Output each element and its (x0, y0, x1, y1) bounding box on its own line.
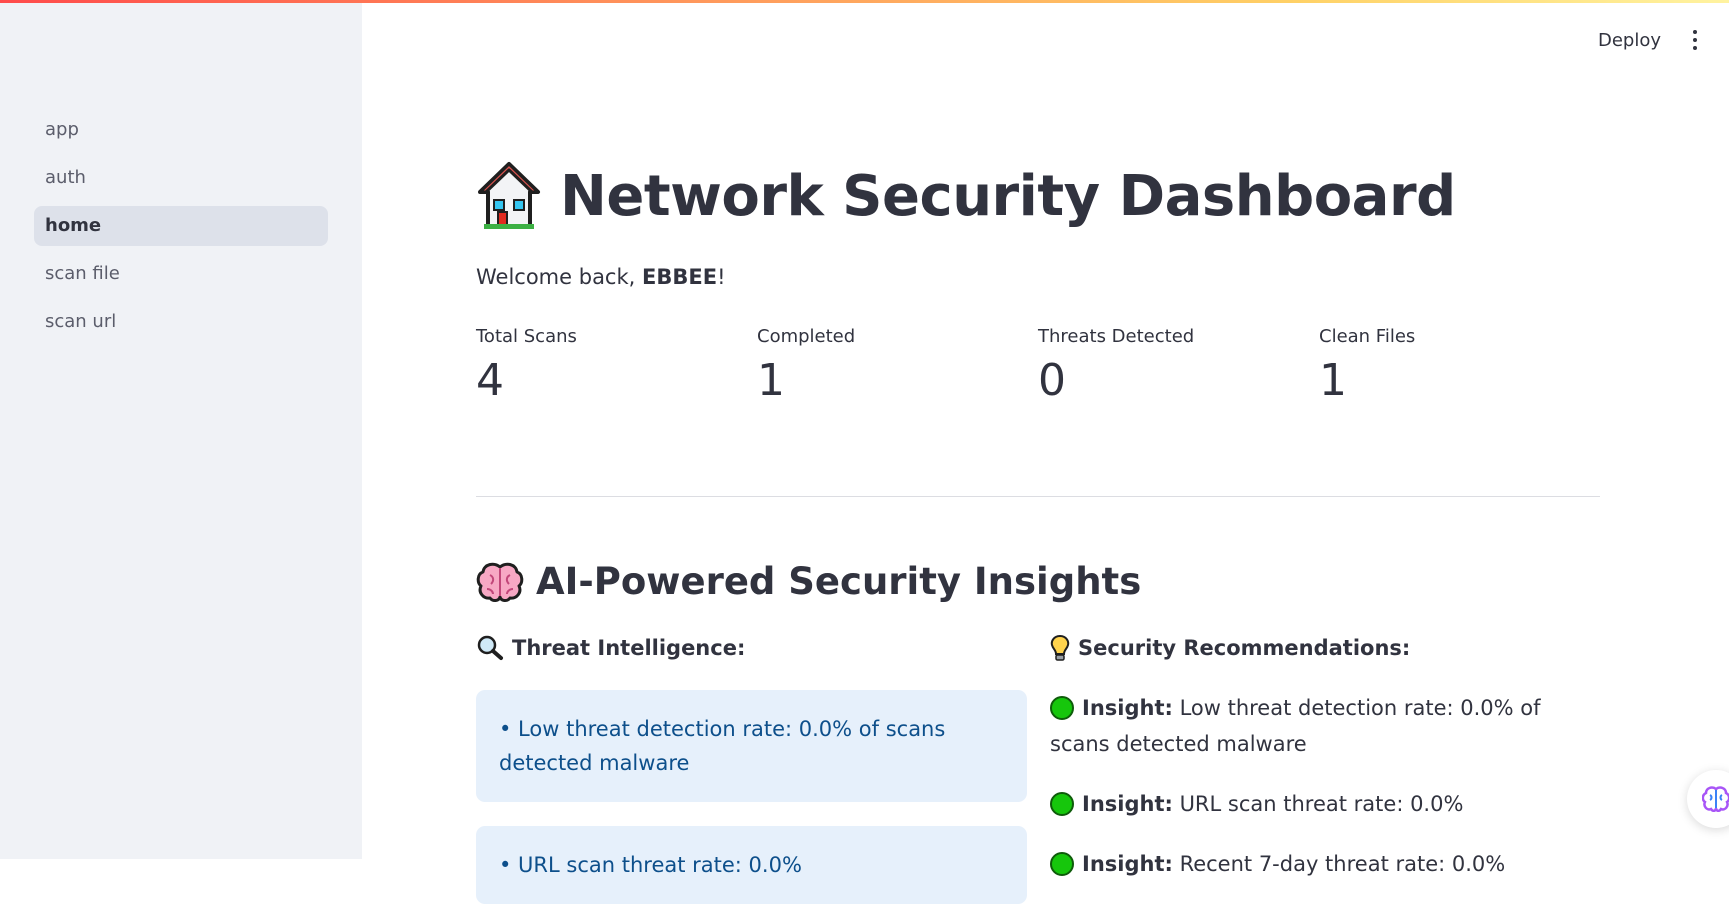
threat-intelligence-heading: Threat Intelligence: (476, 630, 1027, 666)
metric-value: 0 (1038, 355, 1066, 406)
assistant-button[interactable] (1687, 770, 1729, 828)
sidebar-item-home[interactable]: home (34, 206, 328, 246)
welcome-message: Welcome back, EBBEE! (476, 265, 725, 289)
metric-completed: Completed 1 (757, 326, 1038, 406)
metric-value: 1 (757, 355, 785, 406)
threat-intelligence-heading-text: Threat Intelligence: (512, 636, 746, 660)
sidebar-item-auth[interactable]: auth (34, 158, 328, 198)
lightbulb-icon (1050, 634, 1070, 661)
metric-clean-files: Clean Files 1 (1319, 326, 1600, 406)
threat-info-box: • Low threat detection rate: 0.0% of sca… (476, 690, 1027, 802)
assistant-brain-icon (1702, 786, 1729, 812)
security-recommendations-heading-text: Security Recommendations: (1078, 636, 1411, 660)
metric-label: Total Scans (476, 326, 577, 347)
security-recommendations-heading: Security Recommendations: (1050, 630, 1600, 666)
metric-value: 1 (1319, 355, 1347, 406)
sidebar-item-scan-url[interactable]: scan url (34, 302, 328, 342)
recommendation-item: Insight: Recent 7-day threat rate: 0.0% (1050, 846, 1600, 882)
sidebar: app auth home scan file scan url (0, 0, 362, 859)
metric-value: 4 (476, 355, 504, 406)
green-circle-icon (1050, 792, 1074, 816)
kebab-menu-icon[interactable] (1687, 26, 1703, 54)
sidebar-item-scan-file[interactable]: scan file (34, 254, 328, 294)
security-recommendations-column: Security Recommendations: Insight: Low t… (1050, 630, 1600, 882)
threat-info-box: • URL scan threat rate: 0.0% (476, 826, 1027, 904)
magnifier-icon (477, 635, 503, 660)
metric-label: Completed (757, 326, 856, 347)
metric-total-scans: Total Scans 4 (476, 326, 757, 406)
green-circle-icon (1050, 852, 1074, 876)
metric-threats-detected: Threats Detected 0 (1038, 326, 1319, 406)
house-icon (478, 162, 540, 229)
deploy-button[interactable]: Deploy (1598, 30, 1661, 51)
insight-label: Insight: (1082, 792, 1173, 816)
recommendation-item: Insight: Low threat detection rate: 0.0%… (1050, 690, 1600, 762)
recommendation-item: Insight: URL scan threat rate: 0.0% (1050, 786, 1600, 822)
welcome-suffix: ! (717, 265, 726, 289)
metric-label: Clean Files (1319, 326, 1416, 347)
welcome-prefix: Welcome back, (476, 265, 642, 289)
page-title-text: Network Security Dashboard (560, 163, 1456, 229)
metric-label: Threats Detected (1038, 326, 1195, 347)
top-decoration-bar (0, 0, 1729, 3)
insight-text: Recent 7-day threat rate: 0.0% (1172, 852, 1506, 876)
insight-label: Insight: (1082, 852, 1173, 876)
threat-intelligence-column: Threat Intelligence: • Low threat detect… (476, 630, 1027, 904)
metrics-row: Total Scans 4 Completed 1 Threats Detect… (476, 326, 1600, 406)
section-divider (476, 496, 1600, 497)
green-circle-icon (1050, 696, 1074, 720)
page-title: Network Security Dashboard (476, 160, 1456, 232)
insight-text: URL scan threat rate: 0.0% (1172, 792, 1464, 816)
brain-icon (476, 562, 524, 602)
insights-title: AI-Powered Security Insights (476, 560, 1141, 603)
insights-title-text: AI-Powered Security Insights (536, 560, 1142, 603)
sidebar-nav: app auth home scan file scan url (34, 110, 328, 350)
insight-label: Insight: (1082, 696, 1173, 720)
sidebar-item-app[interactable]: app (34, 110, 328, 150)
header-actions: Deploy (1598, 26, 1703, 54)
username: EBBEE (642, 265, 718, 289)
